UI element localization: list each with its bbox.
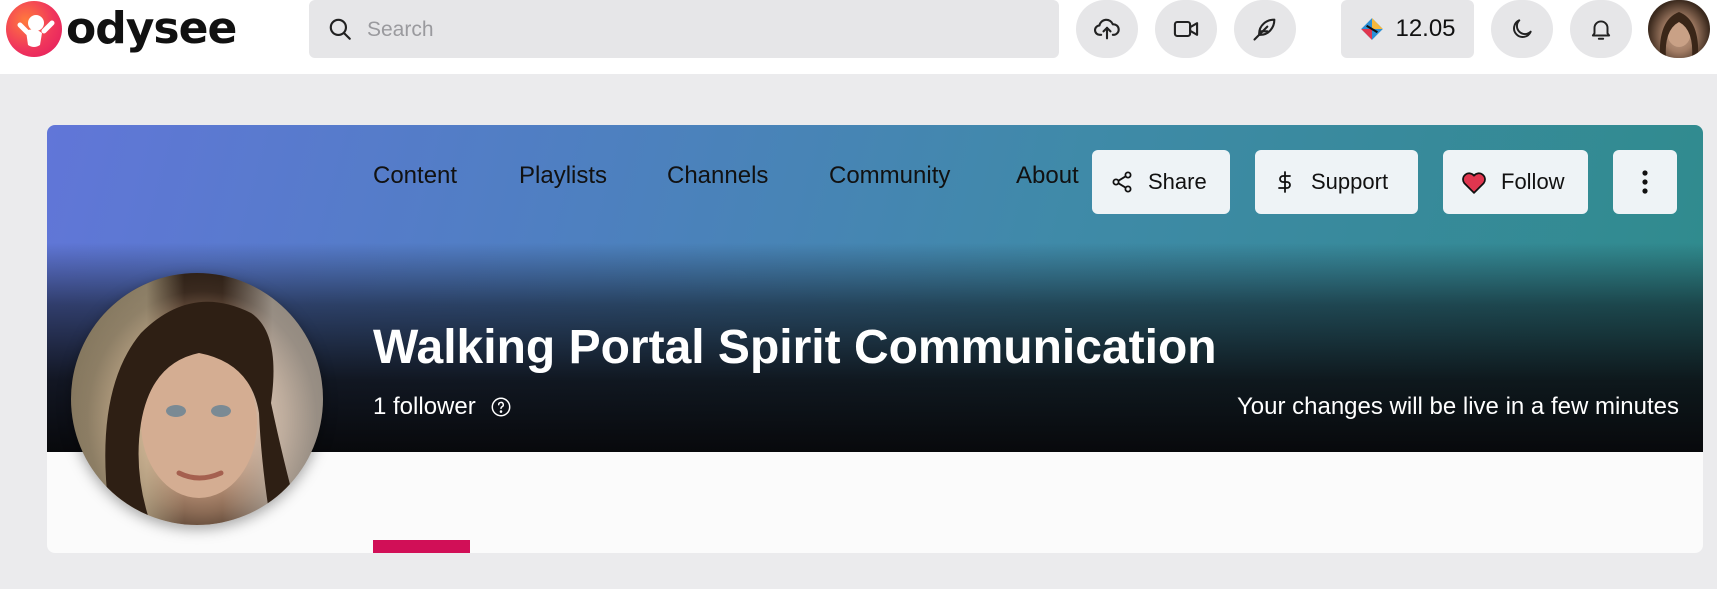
support-button[interactable]: Support — [1255, 150, 1418, 214]
follow-button[interactable]: Follow — [1443, 150, 1588, 214]
channel-avatar-image — [105, 301, 302, 525]
top-header: odysee 12. — [0, 0, 1717, 74]
video-icon — [1173, 20, 1199, 38]
search-icon — [329, 18, 351, 40]
follower-count-text: 1 follower — [373, 393, 476, 420]
active-tab-indicator — [373, 540, 470, 553]
wallet-balance-value: 12.05 — [1395, 15, 1456, 42]
channel-avatar[interactable] — [71, 273, 323, 525]
help-icon[interactable] — [490, 396, 512, 418]
share-button[interactable]: Share — [1092, 150, 1230, 214]
upload-button[interactable] — [1076, 0, 1138, 58]
tab-content[interactable]: Content — [373, 125, 457, 226]
follower-count: 1 follower — [373, 393, 512, 421]
follow-label: Follow — [1501, 169, 1565, 194]
wallet-balance-button[interactable]: 12.05 — [1341, 0, 1474, 58]
channel-title: Walking Portal Spirit Communication — [373, 321, 1217, 374]
go-live-button[interactable] — [1155, 0, 1217, 58]
upload-icon — [1094, 18, 1120, 40]
tab-playlists[interactable]: Playlists — [519, 125, 607, 226]
odysee-logo-icon — [6, 1, 62, 57]
user-avatar-image — [1659, 12, 1699, 58]
more-options-button[interactable] — [1613, 150, 1677, 214]
heart-icon — [1462, 172, 1486, 194]
bell-icon — [1591, 20, 1611, 40]
moon-icon — [1513, 19, 1532, 38]
tab-community[interactable]: Community — [829, 125, 950, 226]
odysee-logo[interactable]: odysee — [6, 0, 237, 58]
notifications-button[interactable] — [1570, 0, 1632, 58]
logo-text: odysee — [66, 3, 237, 54]
more-vertical-icon — [1642, 170, 1648, 194]
support-label: Support — [1311, 169, 1389, 194]
post-button[interactable] — [1234, 0, 1296, 58]
pending-changes-notice: Your changes will be live in a few minut… — [1236, 393, 1679, 420]
tab-channels[interactable]: Channels — [667, 125, 768, 226]
credits-icon — [1361, 18, 1384, 40]
search-input[interactable] — [365, 10, 1049, 50]
user-avatar-button[interactable] — [1648, 0, 1710, 58]
search-bar[interactable] — [309, 0, 1059, 58]
dollar-icon — [1278, 171, 1291, 193]
theme-toggle-button[interactable] — [1491, 0, 1553, 58]
share-icon — [1112, 171, 1132, 193]
share-label: Share — [1148, 169, 1207, 194]
tab-about[interactable]: About — [1016, 125, 1079, 226]
feather-icon — [1253, 18, 1276, 41]
